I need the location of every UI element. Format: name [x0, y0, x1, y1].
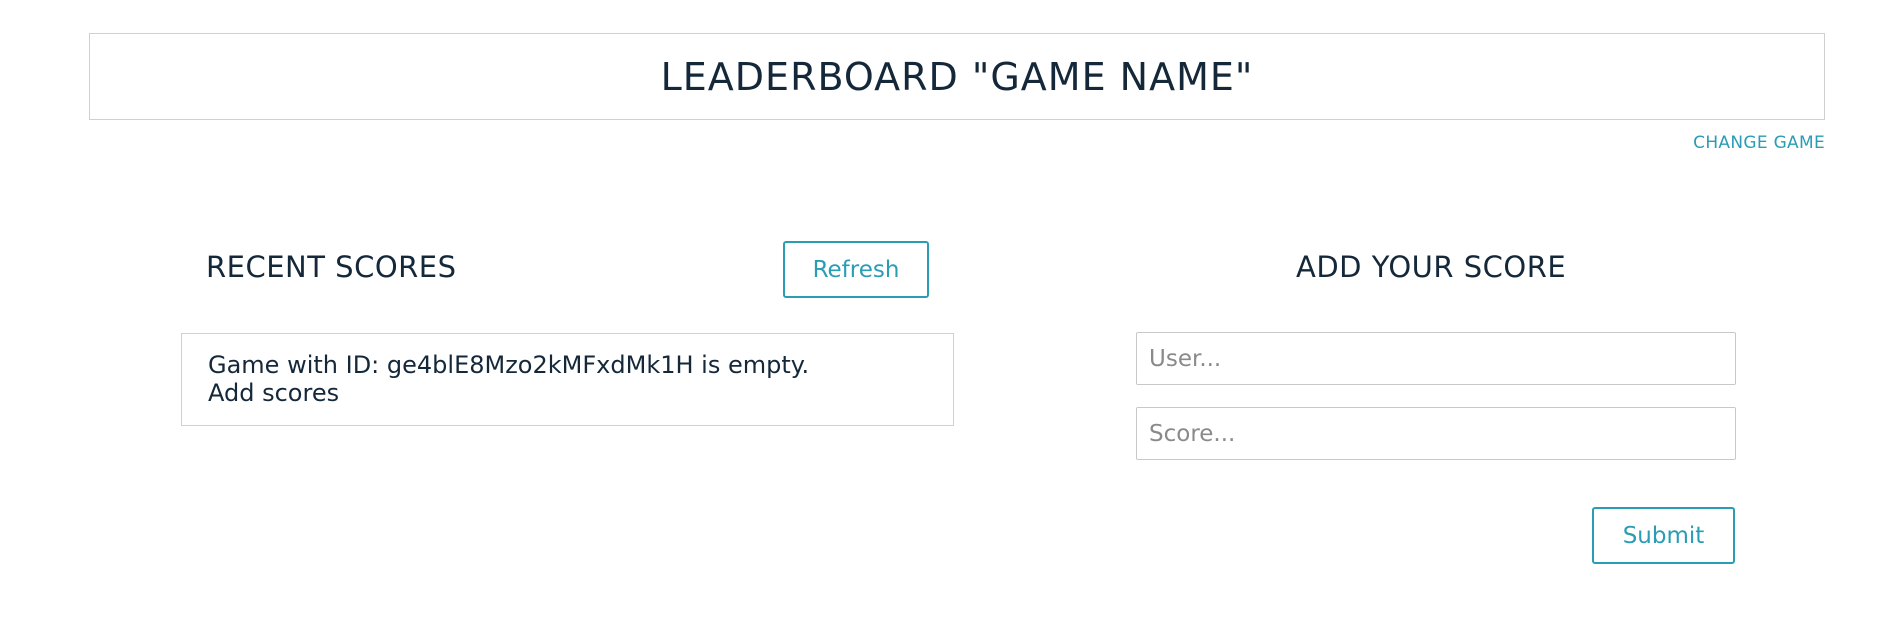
submit-button[interactable]: Submit	[1592, 507, 1735, 564]
user-input[interactable]	[1136, 332, 1736, 385]
page-title: LEADERBOARD "GAME NAME"	[660, 54, 1254, 99]
title-box: LEADERBOARD "GAME NAME"	[89, 33, 1825, 120]
add-score-heading: ADD YOUR SCORE	[1296, 250, 1567, 284]
page: LEADERBOARD "GAME NAME" CHANGE GAME RECE…	[0, 0, 1904, 638]
empty-message-line: Game with ID: ge4blE8Mzo2kMFxdMk1H is em…	[208, 351, 810, 379]
change-game-link[interactable]: CHANGE GAME	[1693, 133, 1825, 153]
recent-scores-heading: RECENT SCORES	[206, 250, 457, 284]
refresh-button[interactable]: Refresh	[783, 241, 929, 298]
empty-message-hint: Add scores	[208, 379, 340, 407]
scores-list: Game with ID: ge4blE8Mzo2kMFxdMk1H is em…	[181, 333, 954, 426]
score-input[interactable]	[1136, 407, 1736, 460]
